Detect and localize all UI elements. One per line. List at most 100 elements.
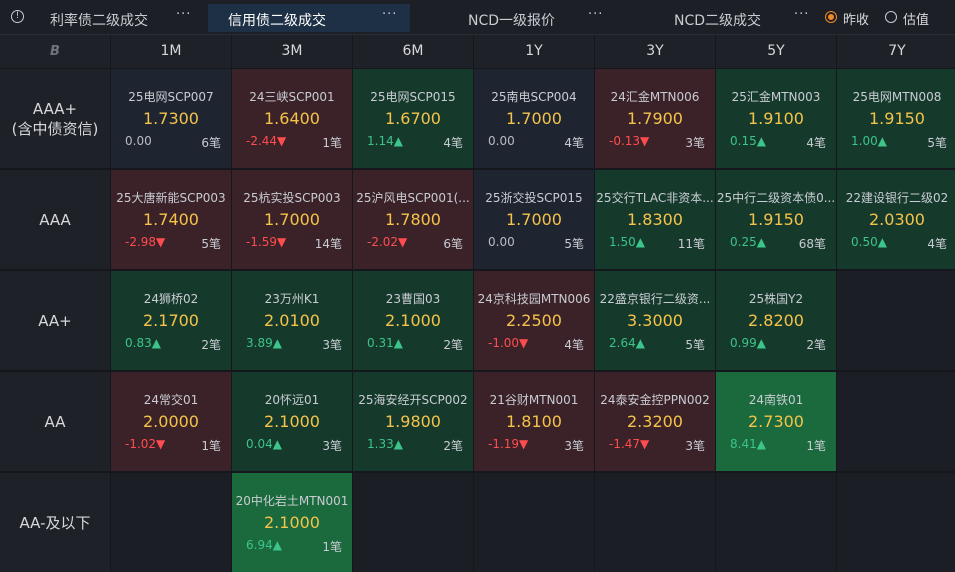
bond-cell[interactable]: 24泰安金控PPN002 2.3200 -1.47▼ 3笔: [595, 372, 715, 471]
bond-cell[interactable]: 20中化岩土MTN001 2.1000 6.94▲ 1笔: [232, 473, 352, 572]
bond-name: 25电网SCP007: [128, 90, 214, 104]
bond-cell[interactable]: 25株国Y2 2.8200 0.99▲ 2笔: [716, 271, 836, 370]
trade-count: 3笔: [322, 338, 342, 352]
yield-change: 0.00: [125, 134, 152, 148]
bond-cell[interactable]: 25电网SCP015 1.6700 1.14▲ 4笔: [353, 69, 473, 168]
yield-change: 1.33▲: [367, 437, 403, 451]
column-header-6M[interactable]: 6M: [353, 35, 473, 68]
trade-count: 5笔: [201, 237, 221, 251]
trade-count: 3笔: [564, 439, 584, 453]
tab-credit-bond-secondary[interactable]: 信用债二级成交 ···: [208, 4, 410, 32]
more-icon[interactable]: ···: [794, 7, 809, 22]
row-header-label: AA: [44, 412, 66, 431]
yield-change: 0.15▲: [730, 134, 766, 148]
row-header-label: AAA: [39, 210, 71, 229]
more-icon[interactable]: ···: [588, 7, 603, 22]
bond-name: 25杭实投SCP003: [243, 191, 341, 205]
bond-cell[interactable]: 25南电SCP004 1.7000 0.00 4笔: [474, 69, 594, 168]
yield-change: 0.00: [488, 235, 515, 249]
bond-cell[interactable]: 25浙交投SCP015 1.7000 0.00 5笔: [474, 170, 594, 269]
more-icon[interactable]: ···: [176, 7, 191, 22]
bond-yield: 1.9800: [385, 412, 441, 431]
yield-change: -2.02▼: [367, 235, 408, 249]
radio-selected-icon: [825, 11, 837, 23]
trade-count: 5笔: [927, 136, 947, 150]
bond-yield: 1.9150: [748, 210, 804, 229]
yield-change: -0.13▼: [609, 134, 650, 148]
trade-count: 68笔: [798, 237, 826, 251]
more-icon[interactable]: ···: [382, 7, 397, 22]
bond-yield: 1.7800: [385, 210, 441, 229]
corner-logo-icon: B: [0, 35, 110, 68]
bond-cell[interactable]: 25电网SCP007 1.7300 0.00 6笔: [111, 69, 231, 168]
bond-cell[interactable]: 24汇金MTN006 1.7900 -0.13▼ 3笔: [595, 69, 715, 168]
bond-name: 21谷财MTN001: [489, 393, 579, 407]
bond-cell[interactable]: 24南铁01 2.7300 8.41▲ 1笔: [716, 372, 836, 471]
bond-cell[interactable]: 21谷财MTN001 1.8100 -1.19▼ 3笔: [474, 372, 594, 471]
bond-cell[interactable]: 25海安经开SCP002 1.9800 1.33▲ 2笔: [353, 372, 473, 471]
empty-cell: [474, 473, 594, 572]
tab-rate-bond-secondary[interactable]: 利率债二级成交 ···: [34, 4, 206, 32]
bond-cell[interactable]: 23万州K1 2.0100 3.89▲ 3笔: [232, 271, 352, 370]
bond-cell[interactable]: 23曹国03 2.1000 0.31▲ 2笔: [353, 271, 473, 370]
bond-name: 25南电SCP004: [491, 90, 577, 104]
bond-name: 25沪风电SCP001(...: [356, 191, 470, 205]
bond-cell[interactable]: 24三峡SCP001 1.6400 -2.44▼ 1笔: [232, 69, 352, 168]
tab-ncd-primary-quote[interactable]: NCD一级报价 ···: [412, 4, 612, 32]
bond-yield: 2.0300: [869, 210, 925, 229]
yield-change: -1.02▼: [125, 437, 166, 451]
bond-yield: 1.7000: [264, 210, 320, 229]
empty-cell: [111, 473, 231, 572]
yield-change: 1.50▲: [609, 235, 645, 249]
yield-change: 1.14▲: [367, 134, 403, 148]
bond-cell[interactable]: 22盛京银行二级资... 3.3000 2.64▲ 5笔: [595, 271, 715, 370]
radio-unselected-icon: [885, 11, 897, 23]
column-header-7Y[interactable]: 7Y: [837, 35, 955, 68]
column-header-1M[interactable]: 1M: [111, 35, 231, 68]
column-header-3M[interactable]: 3M: [232, 35, 352, 68]
bond-name: 23曹国03: [385, 292, 441, 306]
bond-cell[interactable]: 25大唐新能SCP003 1.7400 -2.98▼ 5笔: [111, 170, 231, 269]
tab-ncd-secondary[interactable]: NCD二级成交 ···: [614, 4, 816, 32]
bond-cell[interactable]: 20怀远01 2.1000 0.04▲ 3笔: [232, 372, 352, 471]
column-header-3Y[interactable]: 3Y: [595, 35, 715, 68]
trade-count: 3笔: [322, 439, 342, 453]
trade-count: 3笔: [685, 136, 705, 150]
bond-cell[interactable]: 25杭实投SCP003 1.7000 -1.59▼ 14笔: [232, 170, 352, 269]
top-toolbar: ! 利率债二级成交 ··· 信用债二级成交 ··· NCD一级报价 ··· NC…: [0, 0, 955, 35]
bond-cell[interactable]: 25中行二级资本债0... 1.9150 0.25▲ 68笔: [716, 170, 836, 269]
tab-label: NCD一级报价: [468, 13, 556, 29]
info-icon[interactable]: !: [11, 10, 24, 23]
column-header-5Y[interactable]: 5Y: [716, 35, 836, 68]
yield-change: -1.47▼: [609, 437, 650, 451]
trade-count: 2笔: [201, 338, 221, 352]
bond-yield: 1.8300: [627, 210, 683, 229]
trade-count: 5笔: [564, 237, 584, 251]
yield-change: -2.98▼: [125, 235, 166, 249]
bond-cell[interactable]: 22建设银行二级02 2.0300 0.50▲ 4笔: [837, 170, 955, 269]
row-header-label: AA-及以下: [19, 513, 91, 532]
bond-yield: 2.3200: [627, 412, 683, 431]
empty-cell: [837, 271, 955, 370]
row-header-label: AA+: [38, 311, 72, 330]
bond-name: 24狮桥02: [143, 292, 199, 306]
bond-cell[interactable]: 25汇金MTN003 1.9100 0.15▲ 4笔: [716, 69, 836, 168]
bond-cell[interactable]: 25电网MTN008 1.9150 1.00▲ 5笔: [837, 69, 955, 168]
bond-name: 25电网SCP015: [370, 90, 456, 104]
bond-name: 24三峡SCP001: [249, 90, 335, 104]
bond-yield: 1.9100: [748, 109, 804, 128]
bond-name: 24泰安金控PPN002: [600, 393, 710, 407]
bond-name: 20怀远01: [264, 393, 320, 407]
bond-cell[interactable]: 24狮桥02 2.1700 0.83▲ 2笔: [111, 271, 231, 370]
bond-cell[interactable]: 24京科技园MTN006 2.2500 -1.00▼ 4笔: [474, 271, 594, 370]
column-header-1Y[interactable]: 1Y: [474, 35, 594, 68]
yield-change: 8.41▲: [730, 437, 766, 451]
radio-label: 昨收: [843, 13, 870, 28]
bond-name: 24京科技园MTN006: [477, 292, 591, 306]
bond-cell[interactable]: 24常交01 2.0000 -1.02▼ 1笔: [111, 372, 231, 471]
trade-count: 2笔: [443, 338, 463, 352]
yield-change: -1.19▼: [488, 437, 529, 451]
bond-cell[interactable]: 25沪风电SCP001(... 1.7800 -2.02▼ 6笔: [353, 170, 473, 269]
bond-cell[interactable]: 25交行TLAC非资本... 1.8300 1.50▲ 11笔: [595, 170, 715, 269]
bond-name: 25中行二级资本债0...: [716, 191, 836, 205]
